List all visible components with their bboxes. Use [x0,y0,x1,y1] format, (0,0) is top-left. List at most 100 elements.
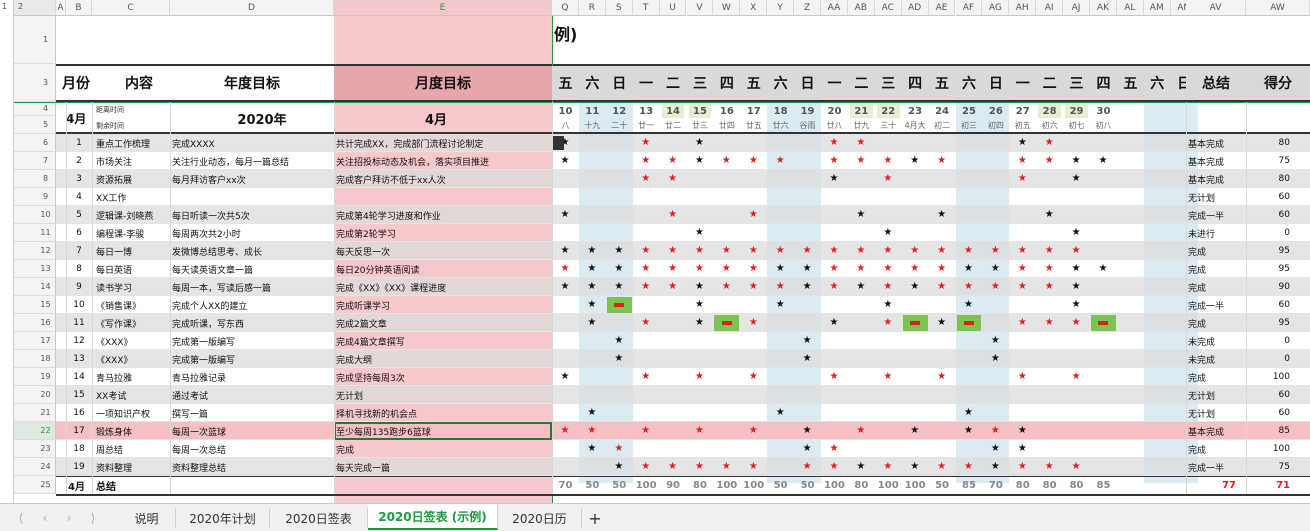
column-header-c[interactable]: C [92,0,170,16]
row-content[interactable]: 《XXX》 [96,332,170,350]
star-icon[interactable]: ★ [1090,264,1116,274]
star-icon[interactable]: ★ [606,444,632,454]
row-score[interactable]: 60 [1246,296,1290,314]
row-score[interactable]: 100 [1246,368,1290,386]
star-icon[interactable]: ★ [875,300,901,310]
row-month-goal[interactable]: 择机寻找新的机会点 [336,404,550,422]
star-icon[interactable]: ★ [606,354,632,364]
row-score[interactable]: 100 [1246,440,1290,458]
row-content[interactable]: 每日英语 [96,260,170,278]
row-summary[interactable]: 完成 [1188,440,1248,458]
star-icon[interactable]: ★ [794,246,820,256]
star-icon[interactable]: ★ [1063,228,1089,238]
star-icon[interactable]: ★ [1090,156,1116,166]
star-icon[interactable]: ★ [552,282,578,292]
column-header-ak[interactable]: AK [1090,0,1117,16]
star-icon[interactable]: ★ [687,372,713,382]
row-content[interactable]: 重点工作梳理 [96,134,170,152]
star-icon[interactable]: ★ [1009,138,1035,148]
row-summary[interactable]: 基本完成 [1188,170,1248,188]
row-month-goal[interactable]: 共计完成XX，完成部门流程讨论制定 [336,134,550,152]
star-icon[interactable]: ★ [875,372,901,382]
star-icon[interactable]: ★ [794,336,820,346]
row-year-goal[interactable]: 每月拜访客户xx次 [172,170,334,188]
row-summary[interactable]: 未完成 [1188,332,1248,350]
row-month-goal[interactable]: 每天完成一篇 [336,458,550,476]
row-header[interactable]: 7 [14,152,56,170]
star-icon[interactable]: ★ [982,336,1008,346]
star-icon[interactable]: ★ [848,210,874,220]
star-icon[interactable]: ★ [579,246,605,256]
row-header[interactable]: 19 [14,368,56,386]
row-year-goal[interactable]: 完成听课，写东西 [172,314,334,332]
star-icon[interactable]: ★ [794,264,820,274]
green-mark[interactable] [606,297,632,313]
row-month-goal[interactable]: 完成《XX》《XX》课程进度 [336,278,550,296]
star-icon[interactable]: ★ [579,318,605,328]
star-icon[interactable]: ★ [848,264,874,274]
star-icon[interactable]: ★ [1036,318,1062,328]
star-icon[interactable]: ★ [982,444,1008,454]
row-score[interactable]: 80 [1246,134,1290,152]
star-icon[interactable]: ★ [1036,138,1062,148]
star-icon[interactable]: ★ [848,246,874,256]
green-mark[interactable] [902,315,928,331]
row-score[interactable]: 95 [1246,260,1290,278]
star-icon[interactable]: ★ [633,138,659,148]
star-icon[interactable]: ★ [875,246,901,256]
star-icon[interactable]: ★ [740,318,766,328]
star-icon[interactable]: ★ [633,156,659,166]
row-header[interactable]: 13 [14,260,56,278]
star-icon[interactable]: ★ [713,246,739,256]
star-icon[interactable]: ★ [687,426,713,436]
star-icon[interactable]: ★ [1063,156,1089,166]
row-month-goal[interactable]: 每天反思一次 [336,242,550,260]
star-icon[interactable]: ★ [794,354,820,364]
row-header[interactable]: 3 [14,64,56,102]
row-summary[interactable]: 完成 [1188,314,1248,332]
star-icon[interactable]: ★ [1063,300,1089,310]
row-header[interactable]: 15 [14,296,56,314]
star-icon[interactable]: ★ [956,246,982,256]
row-header[interactable]: 6 [14,134,56,152]
spreadsheet-grid[interactable]: A B C D E Q R S T U V W X Y Z AA AB AC AD AE AF AG AH AI AJ AK AL A… [0,0,1310,531]
row-year-goal[interactable]: 每周两次共2小时 [172,224,334,242]
star-icon[interactable]: ★ [875,228,901,238]
star-icon[interactable]: ★ [660,156,686,166]
star-icon[interactable]: ★ [929,264,955,274]
star-icon[interactable]: ★ [1009,156,1035,166]
star-icon[interactable]: ★ [956,462,982,472]
column-header-ab[interactable]: AB [847,0,875,16]
star-icon[interactable]: ★ [982,282,1008,292]
first-sheet-icon[interactable]: ⟨ [14,510,28,526]
star-icon[interactable]: ★ [875,462,901,472]
row-month-goal[interactable]: 完成2篇文章 [336,314,550,332]
star-icon[interactable]: ★ [687,282,713,292]
star-icon[interactable]: ★ [579,444,605,454]
column-header-af[interactable]: AF [955,0,983,16]
row-content[interactable]: 编程课-李骏 [96,224,170,242]
row-content[interactable]: 锻炼身体 [96,422,170,440]
row-year-goal[interactable]: 通过考试 [172,386,334,404]
outline-level-2[interactable]: 2 [18,2,23,11]
star-icon[interactable]: ★ [1036,282,1062,292]
star-icon[interactable]: ★ [633,318,659,328]
star-icon[interactable]: ★ [713,264,739,274]
star-icon[interactable]: ★ [606,246,632,256]
star-icon[interactable]: ★ [579,408,605,418]
row-content[interactable]: 市场关注 [96,152,170,170]
row-header[interactable]: 14 [14,278,56,296]
row-score[interactable]: 75 [1246,458,1290,476]
star-icon[interactable]: ★ [902,426,928,436]
star-icon[interactable]: ★ [1009,264,1035,274]
add-sheet-button[interactable]: + [584,508,606,528]
row-summary[interactable]: 完成一半 [1188,458,1248,476]
column-header-ag[interactable]: AG [982,0,1010,16]
column-header-y[interactable]: Y [767,0,795,16]
star-icon[interactable]: ★ [902,246,928,256]
row-score[interactable]: 60 [1246,404,1290,422]
row-month-goal[interactable]: 完成客户拜访不低于xx人次 [336,170,550,188]
row-header[interactable]: 25 [14,476,56,494]
row-header[interactable]: 1 [14,16,56,64]
row-year-goal[interactable]: 撰写一篇 [172,404,334,422]
